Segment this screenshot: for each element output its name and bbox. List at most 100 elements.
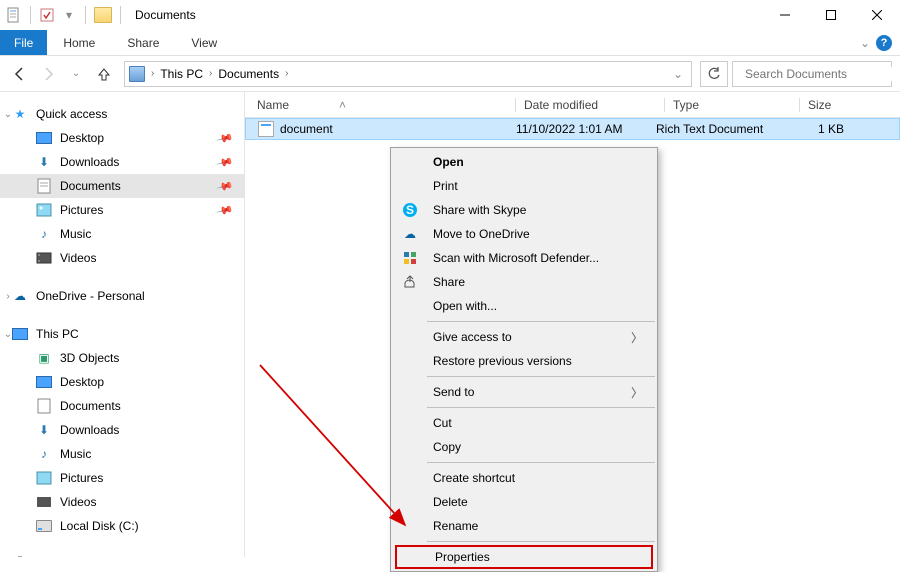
file-name: document — [280, 122, 333, 136]
file-row[interactable]: document 11/10/2022 1:01 AM Rich Text Do… — [245, 118, 900, 140]
ctx-label: Share — [433, 275, 465, 289]
sidebar-item-pc-pictures[interactable]: Pictures — [0, 466, 244, 490]
sidebar-item-label: Downloads — [60, 423, 119, 437]
ctx-cut[interactable]: Cut — [391, 411, 657, 435]
view-tab[interactable]: View — [175, 30, 233, 55]
music-icon: ♪ — [36, 226, 52, 242]
ctx-label: Restore previous versions — [433, 354, 572, 368]
file-tab[interactable]: File — [0, 30, 47, 55]
sidebar-item-pc-downloads[interactable]: ⬇ Downloads — [0, 418, 244, 442]
submenu-arrow-icon: 〉 — [631, 384, 643, 401]
breadcrumb-documents[interactable]: Documents — [218, 67, 279, 81]
ctx-open-with[interactable]: Open with... — [391, 294, 657, 318]
ctx-label: Properties — [435, 550, 490, 564]
sort-indicator-icon: ˄ — [339, 98, 346, 112]
file-type: Rich Text Document — [656, 122, 782, 136]
column-headers: Name˄ Date modified Type Size — [245, 92, 900, 118]
column-date[interactable]: Date modified — [524, 98, 664, 112]
network-header[interactable]: ›🖧Network — [0, 552, 244, 557]
sidebar-item-documents[interactable]: Documents📌 — [0, 174, 244, 198]
ctx-create-shortcut[interactable]: Create shortcut — [391, 466, 657, 490]
ctx-label: Scan with Microsoft Defender... — [433, 251, 599, 265]
ctx-delete[interactable]: Delete — [391, 490, 657, 514]
forward-button[interactable] — [36, 62, 60, 86]
chevron-down-icon[interactable]: ⌄ — [2, 109, 14, 120]
sidebar-item-label: Videos — [60, 251, 96, 265]
sidebar-item-label: Pictures — [60, 203, 103, 217]
column-name[interactable]: Name˄ — [257, 98, 515, 112]
home-tab[interactable]: Home — [47, 30, 111, 55]
search-box[interactable] — [732, 61, 892, 87]
documents-icon — [36, 178, 52, 194]
minimize-button[interactable] — [762, 0, 808, 30]
ctx-label: Send to — [433, 385, 474, 399]
sidebar-item-label: Documents — [60, 179, 121, 193]
file-date: 11/10/2022 1:01 AM — [516, 122, 656, 136]
qat-properties-icon[interactable] — [39, 7, 55, 23]
sidebar-item-pictures[interactable]: Pictures📌 — [0, 198, 244, 222]
column-size[interactable]: Size — [808, 98, 878, 112]
ribbon-expand-icon[interactable]: ⌄ — [860, 36, 870, 50]
ctx-label: Cut — [433, 416, 452, 430]
ribbon: File Home Share View ⌄ ? — [0, 30, 900, 56]
sidebar-item-desktop[interactable]: Desktop📌 — [0, 126, 244, 150]
ctx-give-access[interactable]: Give access to〉 — [391, 325, 657, 349]
sidebar-item-pc-documents[interactable]: Documents — [0, 394, 244, 418]
sidebar-item-videos[interactable]: Videos — [0, 246, 244, 270]
ctx-restore[interactable]: Restore previous versions — [391, 349, 657, 373]
refresh-button[interactable] — [700, 61, 728, 87]
sidebar-item-local-disk[interactable]: Local Disk (C:) — [0, 514, 244, 538]
videos-icon — [36, 250, 52, 266]
ctx-copy[interactable]: Copy — [391, 435, 657, 459]
back-button[interactable] — [8, 62, 32, 86]
qat-dropdown-icon[interactable]: ▾ — [61, 7, 77, 23]
this-pc-header[interactable]: ⌄This PC — [0, 322, 244, 346]
address-dropdown-icon[interactable]: ⌄ — [673, 67, 683, 81]
sidebar-item-downloads[interactable]: ⬇Downloads📌 — [0, 150, 244, 174]
breadcrumb-this-pc[interactable]: This PC — [160, 67, 203, 81]
ctx-properties[interactable]: Properties — [395, 545, 653, 569]
downloads-icon: ⬇ — [36, 422, 52, 438]
ctx-defender[interactable]: Scan with Microsoft Defender... — [391, 246, 657, 270]
chevron-down-icon[interactable]: ⌄ — [2, 329, 14, 340]
quick-access-header[interactable]: ⌄ ★ Quick access — [0, 102, 244, 126]
maximize-button[interactable] — [808, 0, 854, 30]
ctx-label: Move to OneDrive — [433, 227, 530, 241]
ctx-onedrive[interactable]: ☁Move to OneDrive — [391, 222, 657, 246]
desktop-icon — [36, 132, 52, 144]
help-icon[interactable]: ? — [876, 35, 892, 51]
ctx-label: Print — [433, 179, 458, 193]
search-input[interactable] — [745, 67, 900, 81]
chevron-right-icon[interactable]: › — [2, 291, 14, 302]
sidebar-item-music[interactable]: ♪Music — [0, 222, 244, 246]
chevron-right-icon[interactable]: › — [283, 68, 290, 79]
ctx-rename[interactable]: Rename — [391, 514, 657, 538]
share-tab[interactable]: Share — [111, 30, 175, 55]
sidebar-item-pc-videos[interactable]: Videos — [0, 490, 244, 514]
address-bar[interactable]: › This PC › Documents › ⌄ — [124, 61, 692, 87]
ctx-send-to[interactable]: Send to 〉 — [391, 380, 657, 404]
recent-locations-button[interactable]: ⌄ — [64, 62, 88, 86]
sidebar-item-3d-objects[interactable]: ▣3D Objects — [0, 346, 244, 370]
onedrive-header[interactable]: ›☁OneDrive - Personal — [0, 284, 244, 308]
sidebar-item-label: Videos — [60, 495, 96, 509]
ctx-skype[interactable]: SShare with Skype — [391, 198, 657, 222]
title-bar: ▾ Documents — [0, 0, 900, 30]
3d-objects-icon: ▣ — [36, 350, 52, 366]
file-size: 1 KB — [782, 122, 852, 136]
chevron-right-icon[interactable]: › — [207, 68, 214, 79]
sidebar-item-label: Downloads — [60, 155, 119, 169]
ctx-share[interactable]: Share — [391, 270, 657, 294]
ctx-print[interactable]: Print — [391, 174, 657, 198]
ctx-open[interactable]: Open — [391, 150, 657, 174]
close-button[interactable] — [854, 0, 900, 30]
column-type[interactable]: Type — [673, 98, 799, 112]
sidebar-item-pc-desktop[interactable]: Desktop — [0, 370, 244, 394]
up-button[interactable] — [92, 62, 116, 86]
sidebar-item-pc-music[interactable]: ♪Music — [0, 442, 244, 466]
ctx-label: Delete — [433, 495, 468, 509]
sidebar-item-label: Pictures — [60, 471, 103, 485]
cloud-icon: ☁ — [12, 288, 28, 304]
pin-icon: 📌 — [216, 129, 234, 147]
chevron-right-icon[interactable]: › — [149, 68, 156, 79]
